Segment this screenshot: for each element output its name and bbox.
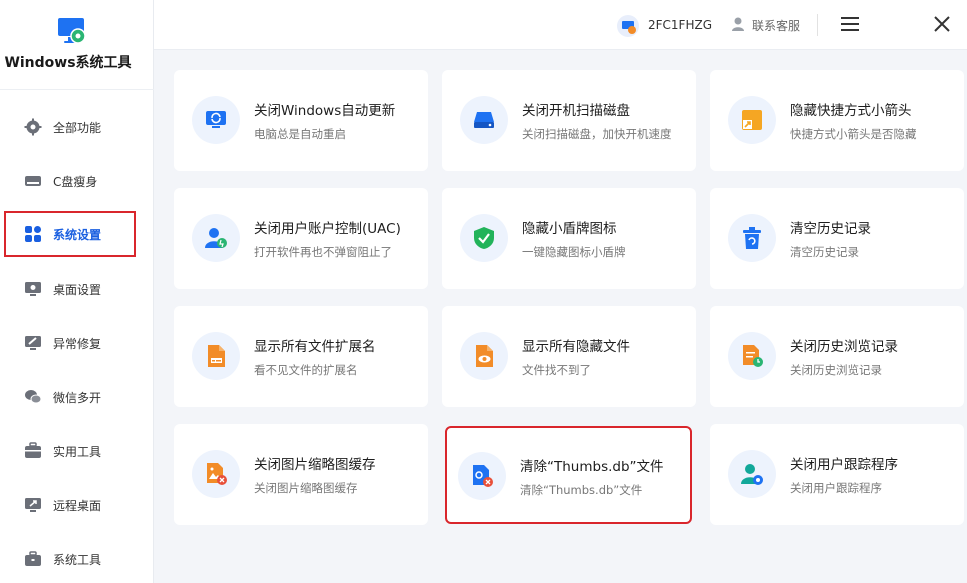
top-bar: 2FC1FHZG 联系客服 (154, 0, 967, 50)
sidebar-item-label: 系统设置 (53, 228, 102, 242)
card-description: 看不见文件的扩展名 (254, 363, 358, 377)
shield-check-icon (474, 227, 494, 249)
remote-desktop-icon (25, 498, 41, 512)
brand: Windows系统工具 (0, 10, 154, 80)
card-hide-shield-icon[interactable]: 隐藏小盾牌图标 一键隐藏图标小盾牌 (442, 188, 696, 289)
thumbs-db-file-icon (473, 465, 493, 487)
uac-user-icon (205, 228, 227, 248)
user-avatar-icon[interactable] (617, 15, 639, 37)
user-tracking-icon (741, 464, 763, 485)
card-title: 关闭图片缩略图缓存 (254, 457, 376, 473)
wrench-icon (25, 336, 41, 350)
card-title: 显示所有隐藏文件 (522, 339, 630, 355)
customer-service-icon[interactable] (730, 16, 746, 32)
card-title: 关闭历史浏览记录 (790, 339, 898, 355)
sidebar-item-wechat-multi[interactable]: 微信多开 (4, 374, 136, 420)
card-clear-thumbs-db[interactable]: 清除“Thumbs.db”文件 清除“Thumbs.db”文件 (445, 426, 692, 524)
sidebar-item-label: 全部功能 (53, 121, 102, 135)
card-description: 关闭用户跟踪程序 (790, 481, 882, 495)
card-title: 隐藏快捷方式小箭头 (790, 103, 912, 119)
card-description: 打开软件再也不弹窗阻止了 (254, 245, 392, 259)
card-show-file-extensions[interactable]: 显示所有文件扩展名 看不见文件的扩展名 (174, 306, 428, 407)
sidebar-item-all-features[interactable]: 全部功能 (4, 104, 136, 150)
card-description: 电脑总是自动重启 (254, 127, 346, 141)
card-description: 清空历史记录 (790, 245, 859, 259)
close-icon[interactable] (932, 14, 952, 34)
card-description: 关闭扫描磁盘，加快开机速度 (522, 127, 672, 141)
file-extension-icon (208, 345, 225, 367)
sidebar-item-label: 微信多开 (53, 391, 102, 405)
sidebar-item-system-settings[interactable]: 系统设置 (4, 211, 136, 257)
card-description: 关闭图片缩略图缓存 (254, 481, 358, 495)
card-description: 一键隐藏图标小盾牌 (522, 245, 626, 259)
sidebar: Windows系统工具 全部功能 C盘瘦身 系统设置 桌面设置 异常修复 微信多… (0, 0, 154, 583)
sidebar-item-repair[interactable]: 异常修复 (4, 320, 136, 366)
sidebar-item-c-drive[interactable]: C盘瘦身 (4, 158, 136, 204)
card-title: 隐藏小盾牌图标 (522, 221, 617, 237)
card-disable-browsing-history[interactable]: 关闭历史浏览记录 关闭历史浏览记录 (710, 306, 964, 407)
sidebar-item-label: 异常修复 (53, 337, 102, 351)
wechat-icon (25, 390, 42, 404)
toolbox-icon (25, 442, 41, 458)
sidebar-item-remote-desktop[interactable]: 远程桌面 (4, 482, 136, 528)
card-hide-shortcut-arrow[interactable]: 隐藏快捷方式小箭头 快捷方式小箭头是否隐藏 (710, 70, 964, 171)
card-disable-thumbnail-cache[interactable]: 关闭图片缩略图缓存 关闭图片缩略图缓存 (174, 424, 428, 525)
briefcase-icon (25, 551, 41, 566)
card-show-hidden-files[interactable]: 显示所有隐藏文件 文件找不到了 (442, 306, 696, 407)
sidebar-item-desktop-settings[interactable]: 桌面设置 (4, 266, 136, 312)
card-description: 清除“Thumbs.db”文件 (520, 483, 643, 497)
windows-update-icon (206, 111, 226, 128)
image-cache-icon (207, 463, 227, 485)
card-title: 显示所有文件扩展名 (254, 339, 376, 355)
sidebar-item-label: 远程桌面 (53, 499, 102, 513)
card-description: 关闭历史浏览记录 (790, 363, 882, 377)
grid-icon (25, 226, 41, 242)
sidebar-item-label: C盘瘦身 (53, 175, 98, 189)
sidebar-item-utilities[interactable]: 实用工具 (4, 428, 136, 474)
sidebar-item-label: 系统工具 (53, 553, 102, 567)
card-disable-windows-update[interactable]: 关闭Windows自动更新 电脑总是自动重启 (174, 70, 428, 171)
app-logo-icon (58, 18, 86, 44)
card-title: 清除“Thumbs.db”文件 (520, 459, 664, 475)
divider (817, 14, 818, 36)
hidden-file-eye-icon (476, 345, 493, 367)
user-id[interactable]: 2FC1FHZG (648, 18, 712, 32)
history-document-icon (743, 345, 763, 367)
card-title: 关闭用户跟踪程序 (790, 457, 898, 473)
card-clear-history[interactable]: 清空历史记录 清空历史记录 (710, 188, 964, 289)
sidebar-item-system-tools[interactable]: 系统工具 (4, 536, 136, 582)
card-description: 快捷方式小箭头是否隐藏 (790, 127, 917, 141)
app-title: Windows系统工具 (4, 55, 132, 71)
menu-icon[interactable] (840, 15, 860, 33)
card-description: 文件找不到了 (522, 363, 591, 377)
card-title: 关闭Windows自动更新 (254, 103, 396, 119)
card-disable-uac[interactable]: 关闭用户账户控制(UAC) 打开软件再也不弹窗阻止了 (174, 188, 428, 289)
card-title: 关闭用户账户控制(UAC) (254, 221, 401, 237)
sidebar-item-label: 桌面设置 (53, 283, 102, 297)
disk-scan-icon (474, 112, 494, 128)
shortcut-arrow-icon (742, 110, 762, 130)
card-disable-boot-disk-scan[interactable]: 关闭开机扫描磁盘 关闭扫描磁盘，加快开机速度 (442, 70, 696, 171)
card-title: 清空历史记录 (790, 221, 871, 237)
drive-icon (25, 176, 41, 186)
gear-icon (24, 118, 42, 136)
card-disable-user-tracking[interactable]: 关闭用户跟踪程序 关闭用户跟踪程序 (710, 424, 964, 525)
card-title: 关闭开机扫描磁盘 (522, 103, 630, 119)
trash-icon (743, 227, 761, 249)
sidebar-item-label: 实用工具 (53, 445, 102, 459)
monitor-gear-icon (25, 282, 41, 296)
divider (0, 89, 154, 90)
customer-service-link[interactable]: 联系客服 (752, 17, 800, 34)
